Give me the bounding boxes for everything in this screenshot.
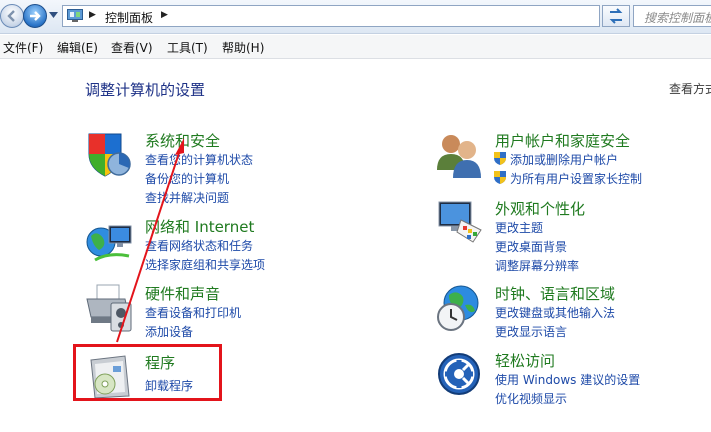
annotation-arrow-icon bbox=[116, 138, 184, 343]
